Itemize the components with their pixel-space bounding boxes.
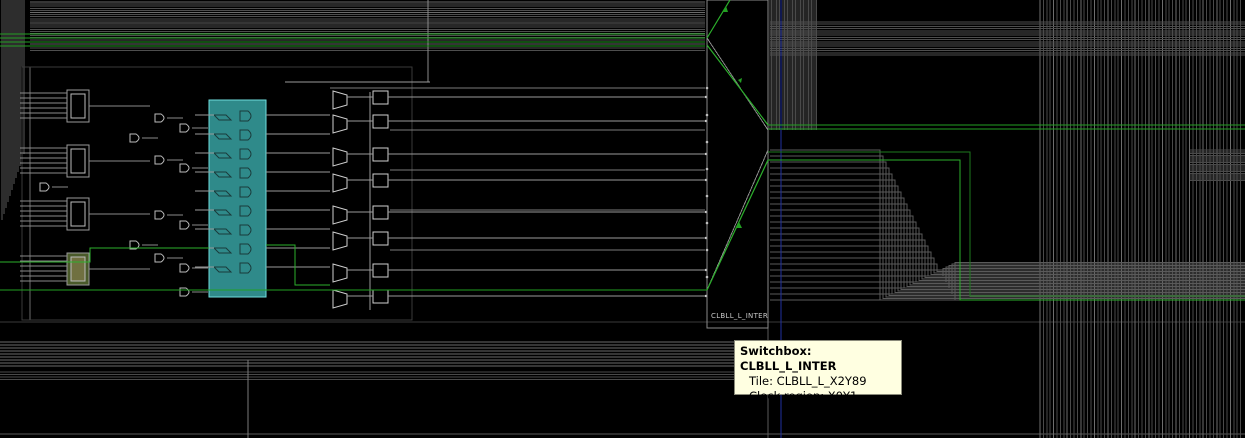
mux (332, 263, 348, 283)
mux (332, 90, 348, 110)
logic-gate (179, 263, 190, 273)
switchbox-pin (705, 167, 709, 171)
mux (332, 205, 348, 225)
flip-flop (372, 147, 389, 162)
selected-net (706, 0, 731, 39)
switchbox-outline (706, 0, 769, 329)
lut-inner (70, 201, 86, 227)
tooltip-tile: Tile: CLBLL_L_X2Y89 (749, 374, 867, 388)
direction-arrow (738, 78, 742, 83)
flip-flop (372, 114, 389, 129)
switchbox-pin (705, 113, 709, 117)
switchbox-pin (705, 275, 709, 279)
mux (332, 289, 348, 309)
wire (770, 233, 1245, 280)
selected-net (266, 244, 330, 286)
switchbox-pin (705, 194, 709, 198)
mux (332, 114, 348, 134)
switchbox-pin (705, 248, 709, 252)
direction-arrow (722, 6, 728, 12)
selected-nets (0, 0, 1245, 301)
logic-gate (154, 253, 165, 263)
switchbox-clbll-l-inter[interactable] (705, 0, 769, 329)
lut-inner (70, 93, 86, 119)
lut-box (66, 197, 90, 231)
switchbox-pin (705, 140, 709, 144)
flip-flop (372, 173, 389, 188)
switchbox-tile-label: CLBLL_L_INTER (711, 312, 769, 320)
lut-inner (70, 148, 86, 174)
mux (332, 173, 348, 193)
lut-box (66, 144, 90, 178)
logic-gate (179, 123, 190, 133)
flip-flop (372, 289, 389, 304)
wire (770, 185, 1245, 292)
logic-gate (179, 163, 190, 173)
tooltip-title: Switchbox: CLBLL_L_INTER (740, 344, 837, 373)
logic-gate (39, 182, 50, 192)
routing-wires (0, 0, 1245, 438)
mux (332, 147, 348, 167)
lut-inner (70, 256, 86, 282)
flip-flop (372, 90, 389, 105)
wire (770, 209, 1245, 286)
lut-box (66, 89, 90, 123)
clb-slice[interactable] (20, 66, 708, 321)
logic-gate (179, 287, 190, 297)
tooltip-clock-region: Clock region: X0Y1 (749, 389, 858, 403)
device-view-canvas[interactable] (0, 0, 1245, 438)
switchbox-tooltip: Switchbox: CLBLL_L_INTER Tile: CLBLL_L_X… (734, 340, 902, 403)
switchbox-pin (705, 221, 709, 225)
wire (706, 37, 769, 131)
selected-net (706, 44, 769, 126)
logic-gate (179, 220, 190, 230)
switchbox-pin (705, 86, 709, 90)
logic-gate (154, 210, 165, 220)
logic-gate (154, 113, 165, 123)
flip-flop (372, 231, 389, 246)
flip-flop (372, 263, 389, 278)
selected-net (0, 247, 209, 263)
mux (332, 231, 348, 251)
logic-gate (154, 155, 165, 165)
flip-flop (372, 205, 389, 220)
logic-gate (129, 133, 140, 143)
wire (770, 161, 1245, 298)
wire (706, 149, 769, 291)
